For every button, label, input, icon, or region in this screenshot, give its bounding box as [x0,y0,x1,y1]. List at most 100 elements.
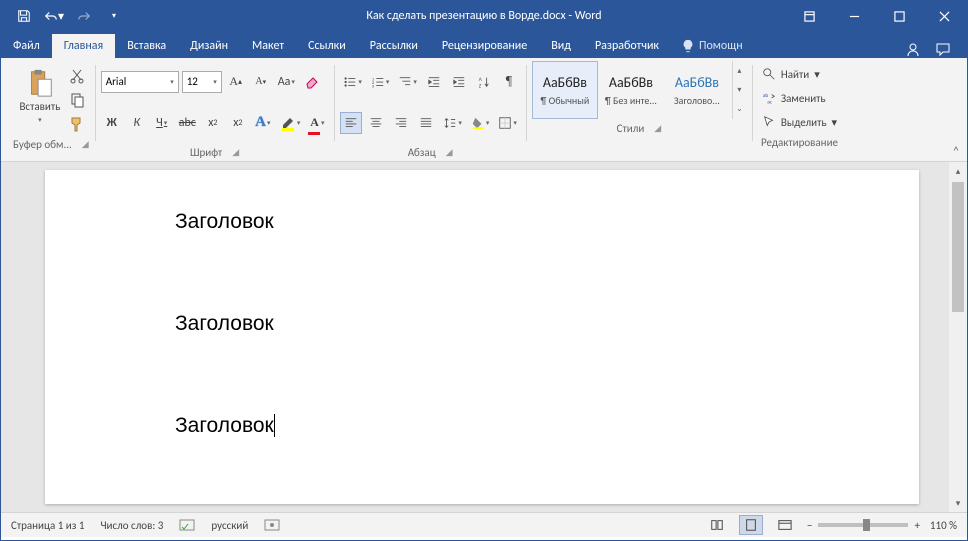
bullets-button[interactable]: ▾ [340,71,365,93]
subscript-button[interactable]: x2 [202,112,224,134]
style-no-spacing[interactable]: АаБбВв ¶ Без инте... [598,61,664,119]
font-size-input[interactable]: 12▾ [182,71,222,93]
tab-home[interactable]: Главная [52,34,115,58]
underline-button[interactable]: Ч▾ [151,112,173,134]
undo-icon[interactable]: ▾ [41,4,67,28]
paste-icon [25,68,55,98]
tell-me[interactable]: Помощн [671,34,753,58]
eraser-icon [304,74,320,90]
increase-indent-button[interactable] [448,71,470,93]
status-words[interactable]: Число слов: 3 [100,519,163,532]
find-button[interactable]: Найти▾ [758,63,841,85]
tab-layout[interactable]: Макет [240,34,296,58]
status-page[interactable]: Страница 1 из 1 [11,519,84,532]
show-marks-button[interactable]: ¶ [498,71,520,93]
align-right-button[interactable] [390,112,412,134]
multilevel-list-button[interactable]: ▾ [395,71,420,93]
paste-button[interactable]: Вставить ▾ [14,61,66,131]
replace-button[interactable]: abac Заменить [758,87,841,109]
italic-button[interactable]: К [126,112,148,134]
document-page[interactable]: Заголовок Заголовок Заголовок [45,170,919,504]
spellcheck-icon[interactable] [179,518,195,532]
share-icon[interactable] [905,42,921,58]
vertical-scrollbar[interactable]: ▴ ▾ [949,162,967,512]
tab-mailings[interactable]: Рассылки [358,34,430,58]
document-area: Заголовок Заголовок Заголовок ▴ ▾ [1,162,967,512]
ribbon-tabs: Файл Главная Вставка Дизайн Макет Ссылки… [1,31,967,58]
status-language[interactable]: русский [211,519,248,532]
line-spacing-button[interactable]: ▾ [440,112,465,134]
font-name-input[interactable]: Arial▾ [101,71,179,93]
sort-button[interactable]: AZ [473,71,495,93]
lightbulb-icon [681,39,695,53]
clipboard-dialog-icon[interactable]: ◢ [82,139,89,150]
tab-review[interactable]: Рецензирование [430,34,539,58]
text-effects-button[interactable]: A▾ [252,112,274,134]
window-controls [787,1,967,31]
zoom-slider[interactable]: − + [807,519,920,532]
justify-button[interactable] [415,112,437,134]
paragraph-dialog-icon[interactable]: ◢ [446,147,453,158]
font-color-button[interactable]: A▾ [306,112,328,134]
zoom-level[interactable]: 110 % [930,519,957,532]
status-bar: Страница 1 из 1 Число слов: 3 русский − … [1,512,967,537]
zoom-out-icon[interactable]: − [807,519,812,532]
style-normal[interactable]: АаБбВв ¶ Обычный [532,61,598,119]
decrease-indent-button[interactable] [423,71,445,93]
font-dialog-icon[interactable]: ◢ [232,147,239,158]
print-layout-button[interactable] [739,515,763,535]
comments-icon[interactable] [935,42,951,58]
tab-view[interactable]: Вид [539,34,583,58]
macro-record-icon[interactable] [264,518,280,532]
maximize-icon[interactable] [877,1,922,31]
copy-icon [69,92,85,108]
superscript-button[interactable]: x2 [227,112,249,134]
heading-1[interactable]: Заголовок [175,210,919,234]
zoom-in-icon[interactable]: + [914,519,919,532]
shading-button[interactable]: ▾ [468,112,493,134]
format-painter-button[interactable] [66,113,88,135]
redo-icon[interactable] [71,4,97,28]
heading-2[interactable]: Заголовок [175,312,919,336]
copy-button[interactable] [66,89,88,111]
scroll-thumb[interactable] [952,182,964,312]
align-left-button[interactable] [340,112,362,134]
align-center-button[interactable] [365,112,387,134]
select-button[interactable]: Выделить▾ [758,111,841,133]
svg-text:3: 3 [372,84,375,89]
styles-dialog-icon[interactable]: ◢ [654,123,661,134]
minimize-icon[interactable] [832,1,877,31]
scroll-up-icon[interactable]: ▴ [949,162,967,180]
tab-file[interactable]: Файл [1,34,52,58]
tab-developer[interactable]: Разработчик [583,34,671,58]
save-icon[interactable] [11,4,37,28]
font-group-label: Шрифт [190,146,222,159]
shrink-font-button[interactable]: A▾ [250,71,272,93]
change-case-button[interactable]: Aa▾ [275,71,298,93]
cut-button[interactable] [66,65,88,87]
tab-references[interactable]: Ссылки [296,34,358,58]
ribbon-display-icon[interactable] [787,1,832,31]
title-bar: ▾ ▾ Как сделать презентацию в Ворде.docx… [1,1,967,31]
tab-design[interactable]: Дизайн [178,34,240,58]
heading-3[interactable]: Заголовок [175,414,919,438]
cursor-icon [762,115,776,129]
style-heading1[interactable]: АаБбВв Заголово... [664,61,730,119]
collapse-ribbon-icon[interactable]: ^ [945,58,967,161]
read-mode-button[interactable] [705,515,729,535]
close-icon[interactable] [922,1,967,31]
strikethrough-button[interactable]: abc [176,112,199,134]
grow-font-button[interactable]: A▴ [225,71,247,93]
highlight-button[interactable]: ▾ [277,112,304,134]
borders-button[interactable]: ▾ [495,112,520,134]
editing-group-label: Редактирование [761,136,838,149]
numbering-button[interactable]: 123▾ [368,71,393,93]
qat-customize-icon[interactable]: ▾ [101,4,127,28]
bold-button[interactable]: Ж [101,112,123,134]
web-layout-button[interactable] [773,515,797,535]
clear-formatting-button[interactable] [301,71,323,93]
scroll-down-icon[interactable]: ▾ [949,494,967,512]
zoom-handle[interactable] [863,519,870,531]
styles-scroll[interactable]: ▴▾⌄ [732,61,746,119]
tab-insert[interactable]: Вставка [115,34,178,58]
